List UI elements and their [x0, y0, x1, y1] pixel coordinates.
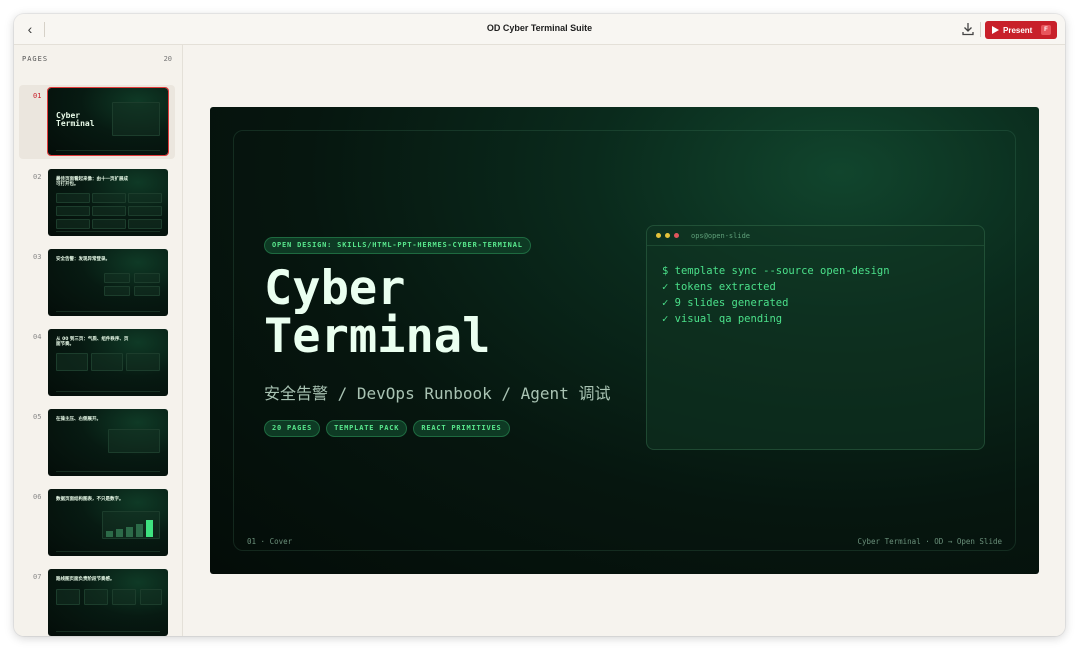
thumbnail-preview: 在操主压、右侧展开。 — [48, 409, 168, 476]
thumbnail-panel — [84, 589, 108, 605]
toolbar-divider — [980, 22, 981, 37]
present-shortcut: F — [1041, 25, 1051, 35]
terminal-dot-icon — [674, 233, 679, 238]
thumbnail-heading: 在操主压、右侧展开。 — [56, 417, 101, 422]
thumbnail-preview: 数据页面结构图表，不只是数字。 — [48, 489, 168, 556]
document-title: OD Cyber Terminal Suite — [486, 23, 593, 33]
thumbnail-bar — [146, 520, 153, 537]
slide-title-line: Cyber — [264, 261, 406, 316]
page-number: 05 — [33, 413, 42, 421]
thumbnail-bar — [116, 529, 123, 537]
thumbnail-panel — [104, 286, 130, 296]
terminal-line: $ template sync --source open-design — [662, 265, 890, 277]
thumbnail-panel — [104, 273, 130, 283]
thumbnail-panel — [92, 206, 126, 216]
thumbnail-panel — [56, 206, 90, 216]
thumbnail-panel — [140, 589, 162, 605]
tag-pill: REACT PRIMITIVES — [413, 420, 510, 437]
play-icon — [992, 26, 999, 34]
app-window: ‹ OD Cyber Terminal Suite Present F PAGE… — [14, 14, 1065, 636]
thumbnail-preview: 最佳页面看起来像：由十一页扩展成可打开包。 — [48, 169, 168, 236]
thumbnail-heading: 安全告警：发现异常登录。 — [56, 257, 110, 262]
page-thumbnail[interactable]: 04 从 00 到三页：气质、组件秩序、页面节奏。 — [19, 326, 175, 400]
thumbnail-heading: 从 00 到三页：气质、组件秩序、页面节奏。 — [56, 337, 129, 347]
slide-canvas: OPEN DESIGN: SKILLS/HTML-PPT-HERMES-CYBE… — [184, 45, 1065, 636]
thumbnail-footer-rule — [56, 551, 160, 552]
pages-count: 20 — [163, 55, 172, 63]
thumbnail-panel — [128, 193, 162, 203]
page-number: 04 — [33, 333, 42, 341]
page-number: 07 — [33, 573, 42, 581]
thumbnail-footer-rule — [56, 311, 160, 312]
download-icon[interactable] — [961, 21, 975, 37]
slide-footer-brand: Cyber Terminal · OD → Open Slide — [857, 537, 1003, 546]
page-thumbnail[interactable]: 07 路线图页面负责阶段节奏感。 — [19, 566, 175, 636]
thumbnail-heading: 路线图页面负责阶段节奏感。 — [56, 577, 115, 582]
tag-pill: 20 PAGES — [264, 420, 321, 437]
thumbnail-panel — [134, 286, 160, 296]
slide-title: Cyber Terminal — [264, 265, 490, 361]
page-number: 06 — [33, 493, 42, 501]
download-icon-glyph — [962, 23, 974, 36]
tag-pill: TEMPLATE PACK — [326, 420, 408, 437]
thumbnail-footer-rule — [56, 631, 160, 632]
slide-title-line: Terminal — [264, 309, 491, 364]
page-number: 02 — [33, 173, 42, 181]
page-number: 01 — [33, 92, 42, 100]
terminal-line: ✓ visual qa pending — [662, 313, 783, 325]
terminal-line: ✓ tokens extracted — [662, 281, 776, 293]
thumbnail-panel — [108, 429, 160, 453]
thumbnail-preview: 安全告警：发现异常登录。 — [48, 249, 168, 316]
thumbnail-footer-rule — [56, 231, 160, 232]
thumbnail-panel — [92, 219, 126, 229]
present-button[interactable]: Present F — [985, 21, 1057, 39]
thumbnail-bar — [126, 527, 133, 537]
thumbnail-panel — [112, 102, 160, 136]
terminal-window: ops@open-slide $ template sync --source … — [646, 225, 985, 450]
slide-tags: 20 PAGES TEMPLATE PACK REACT PRIMITIVES — [264, 420, 510, 437]
thumbnail-panel — [126, 353, 160, 371]
terminal-title: ops@open-slide — [691, 232, 751, 240]
thumbnail-preview: Cyber Terminal — [47, 87, 169, 156]
thumbnail-panel — [56, 193, 90, 203]
thumbnail-panel — [92, 193, 126, 203]
page-number: 03 — [33, 253, 42, 261]
thumbnail-panel — [128, 219, 162, 229]
thumbnail-bar — [136, 524, 143, 537]
thumbnail-preview: 从 00 到三页：气质、组件秩序、页面节奏。 — [48, 329, 168, 396]
pages-label: PAGES — [22, 55, 49, 63]
page-thumbnail[interactable]: 01 Cyber Terminal — [19, 85, 175, 159]
thumbnail-footer-rule — [56, 391, 160, 392]
thumbnail-heading: 最佳页面看起来像：由十一页扩展成可打开包。 — [56, 177, 128, 187]
page-thumbnail[interactable]: 03 安全告警：发现异常登录。 — [19, 246, 175, 320]
present-label: Present — [1003, 25, 1033, 35]
thumbnail-panel — [56, 353, 88, 371]
thumbnail-panel — [112, 589, 136, 605]
terminal-dot-icon — [656, 233, 661, 238]
title-bar: ‹ OD Cyber Terminal Suite Present F — [14, 14, 1065, 45]
current-slide[interactable]: OPEN DESIGN: SKILLS/HTML-PPT-HERMES-CYBE… — [210, 107, 1039, 574]
thumbnail-bar — [106, 531, 113, 537]
slide-footer-page: 01 · Cover — [247, 537, 293, 546]
page-thumbnail[interactable]: 05 在操主压、右侧展开。 — [19, 406, 175, 480]
thumbnail-footer-rule — [56, 150, 160, 151]
thumbnail-preview: 路线图页面负责阶段节奏感。 — [48, 569, 168, 636]
pages-sidebar[interactable]: PAGES 20 01 Cyber Terminal 02 最佳页面看起来像：由十一页… — [14, 45, 183, 636]
terminal-dot-icon — [665, 233, 670, 238]
slide-eyebrow: OPEN DESIGN: SKILLS/HTML-PPT-HERMES-CYBE… — [264, 237, 531, 254]
page-thumbnail[interactable]: 06 数据页面结构图表，不只是数字。 — [19, 486, 175, 560]
thumbnail-heading: 数据页面结构图表，不只是数字。 — [56, 497, 124, 502]
terminal-title-bar: ops@open-slide — [647, 226, 984, 246]
thumbnail-panel — [56, 589, 80, 605]
thumbnail-panel — [128, 206, 162, 216]
slide-subtitle: 安全告警 / DevOps Runbook / Agent 调试 — [264, 384, 611, 403]
thumbnail-heading: Cyber Terminal — [56, 111, 95, 129]
thumbnail-panel — [134, 273, 160, 283]
thumbnail-footer-rule — [56, 471, 160, 472]
thumbnail-panel — [91, 353, 123, 371]
page-thumbnail[interactable]: 02 最佳页面看起来像：由十一页扩展成可打开包。 — [19, 166, 175, 240]
terminal-output: $ template sync --source open-design ✓ t… — [662, 263, 890, 327]
thumbnail-panel — [56, 219, 90, 229]
terminal-line: ✓ 9 slides generated — [662, 297, 789, 309]
